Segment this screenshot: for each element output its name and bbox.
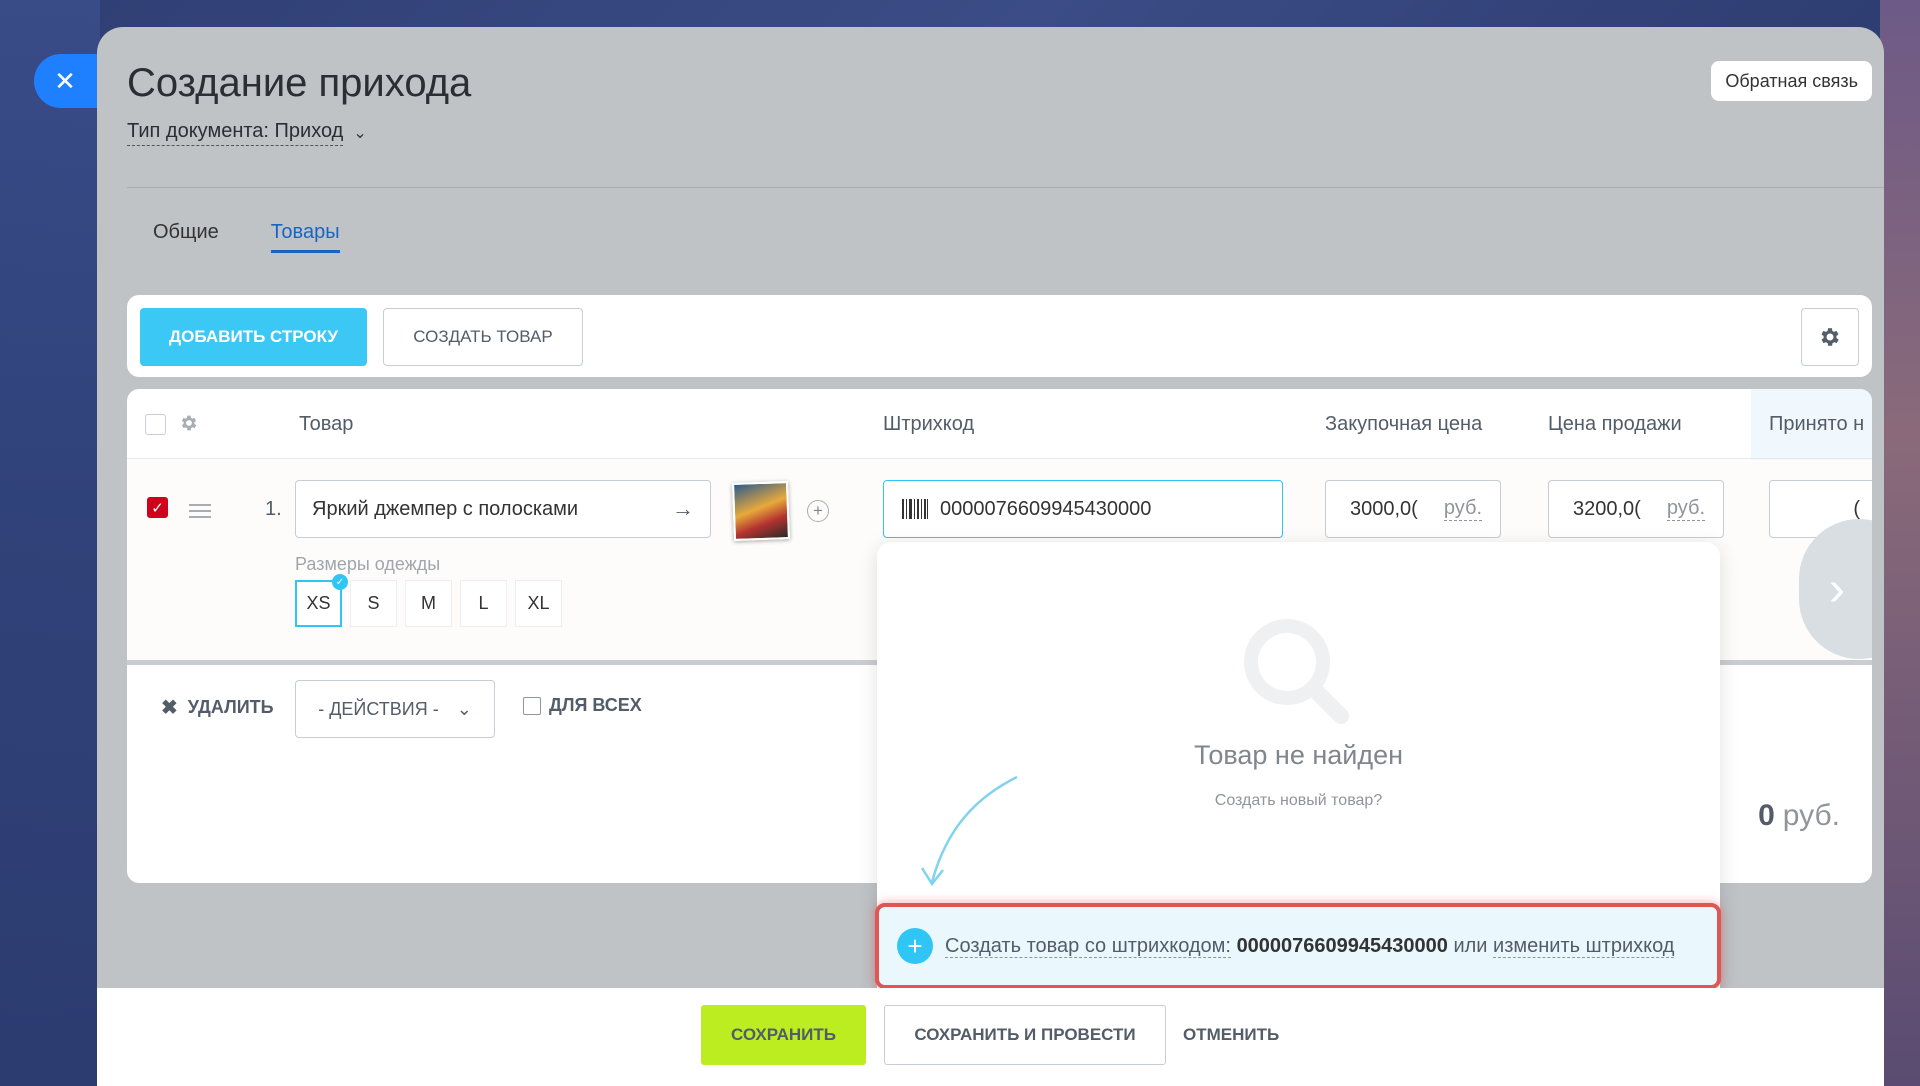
divider	[127, 187, 1884, 188]
sale-currency[interactable]: руб.	[1666, 497, 1705, 521]
size-label: XS	[306, 593, 331, 613]
feedback-button[interactable]: Обратная связь	[1711, 61, 1872, 101]
delete-label: УДАЛИТЬ	[187, 697, 274, 717]
size-label: L	[478, 593, 489, 613]
column-header-sale-price: Цена продажи	[1548, 413, 1682, 435]
doc-type-dropdown[interactable]: Тип документа: Приход ⌄	[127, 120, 367, 146]
total-value: 0	[1758, 799, 1775, 832]
create-text: Создать товар со штрихкодом: 00000766099…	[945, 934, 1675, 958]
for-all-toggle[interactable]: ДЛЯ ВСЕХ	[523, 695, 642, 716]
create-code: 0000076609945430000	[1236, 934, 1448, 957]
column-header-barcode: Штрихкод	[883, 413, 975, 435]
size-option-xl[interactable]: XL	[515, 580, 562, 627]
toolbar: ДОБАВИТЬ СТРОКУ СОЗДАТЬ ТОВАР	[127, 295, 1872, 377]
row-number: 1.	[265, 498, 282, 520]
actions-select-value: - ДЕЙСТВИЯ -	[318, 698, 439, 719]
sale-price-value: 3200,0(	[1573, 497, 1641, 520]
purchase-price-input[interactable]: 3000,0( руб.	[1325, 480, 1501, 538]
save-button[interactable]: СОХРАНИТЬ	[701, 1005, 866, 1065]
select-all-checkbox[interactable]	[145, 414, 166, 435]
close-icon: ✖	[161, 697, 178, 719]
cancel-button[interactable]: ОТМЕНИТЬ	[1183, 1005, 1279, 1065]
background-right	[1880, 0, 1920, 1086]
hint-arrow-icon	[920, 775, 1018, 887]
chevron-down-icon: ⌄	[353, 125, 367, 142]
tab-general[interactable]: Общие	[153, 221, 219, 253]
doc-type-label: Тип документа: Приход	[127, 120, 344, 146]
create-product-with-barcode[interactable]: + Создать товар со штрихкодом: 000007660…	[875, 903, 1721, 989]
not-found-title: Товар не найден	[1193, 740, 1404, 770]
product-name-value: Яркий джемпер с полосками	[312, 497, 579, 520]
add-row-button[interactable]: ДОБАВИТЬ СТРОКУ	[140, 308, 367, 366]
size-option-l[interactable]: L	[460, 580, 507, 627]
or-text: или	[1453, 934, 1488, 957]
chevron-right-icon: ›	[1829, 562, 1845, 616]
delete-button[interactable]: ✖ УДАЛИТЬ	[161, 695, 274, 720]
size-option-xs[interactable]: XS ✓	[295, 574, 348, 627]
sizes-label: Размеры одежды	[295, 554, 441, 574]
for-all-checkbox[interactable]	[523, 696, 541, 715]
page-title: Создание прихода	[127, 61, 472, 105]
tab-products[interactable]: Товары	[270, 221, 340, 253]
plus-icon[interactable]: +	[897, 928, 933, 964]
save-and-post-button[interactable]: СОХРАНИТЬ И ПРОВЕСТИ	[884, 1005, 1166, 1065]
accepted-qty-value: (	[1853, 497, 1860, 520]
add-image-icon[interactable]: +	[807, 500, 829, 522]
change-barcode-link[interactable]: изменить штрихкод	[1493, 934, 1675, 958]
total-sum: 0 руб.	[1758, 799, 1840, 833]
check-icon: ✓	[332, 574, 348, 590]
size-label: M	[421, 593, 436, 613]
column-header-product: Товар	[299, 413, 354, 435]
barcode-input[interactable]: 0000076609945430000	[883, 480, 1283, 538]
grid-header: Товар Штрихкод Закупочная цена Цена прод…	[127, 389, 1872, 459]
create-product-button[interactable]: СОЗДАТЬ ТОВАР	[383, 308, 583, 366]
create-link[interactable]: Создать товар со штрихкодом:	[945, 934, 1231, 958]
purchase-currency[interactable]: руб.	[1443, 497, 1482, 521]
close-icon: ✕	[54, 65, 76, 96]
product-image[interactable]	[732, 481, 790, 541]
chevron-down-icon: ⌄	[456, 698, 472, 719]
size-label: S	[367, 593, 380, 613]
close-slider-button[interactable]: ✕	[34, 54, 98, 108]
purchase-price-value: 3000,0(	[1350, 497, 1418, 520]
size-label: XL	[527, 593, 550, 613]
gear-icon	[1821, 328, 1839, 346]
product-name-input[interactable]: Яркий джемпер с полосками →	[295, 480, 711, 538]
search-icon	[1244, 619, 1349, 724]
size-option-m[interactable]: M	[405, 580, 452, 627]
sale-price-input[interactable]: 3200,0( руб.	[1548, 480, 1724, 538]
footer-bar: СОХРАНИТЬ СОХРАНИТЬ И ПРОВЕСТИ ОТМЕНИТЬ	[97, 988, 1884, 1086]
drag-handle-icon[interactable]	[189, 504, 211, 518]
column-header-accepted: Принято н	[1769, 413, 1865, 435]
actions-select[interactable]: - ДЕЙСТВИЯ - ⌄	[295, 680, 495, 738]
size-option-s[interactable]: S	[350, 580, 397, 627]
total-currency: руб.	[1782, 799, 1840, 832]
background-left	[0, 0, 100, 1086]
row-checkbox[interactable]: ✓	[147, 497, 168, 518]
grid-settings-button[interactable]	[1801, 308, 1859, 366]
arrow-right-icon[interactable]: →	[672, 496, 694, 522]
barcode-value: 0000076609945430000	[940, 497, 1152, 520]
column-settings-icon[interactable]	[179, 413, 199, 433]
for-all-label: ДЛЯ ВСЕХ	[549, 695, 642, 715]
tabs: Общие Товары	[153, 221, 340, 253]
barcode-icon	[902, 499, 928, 519]
column-header-purchase-price: Закупочная цена	[1325, 413, 1483, 435]
